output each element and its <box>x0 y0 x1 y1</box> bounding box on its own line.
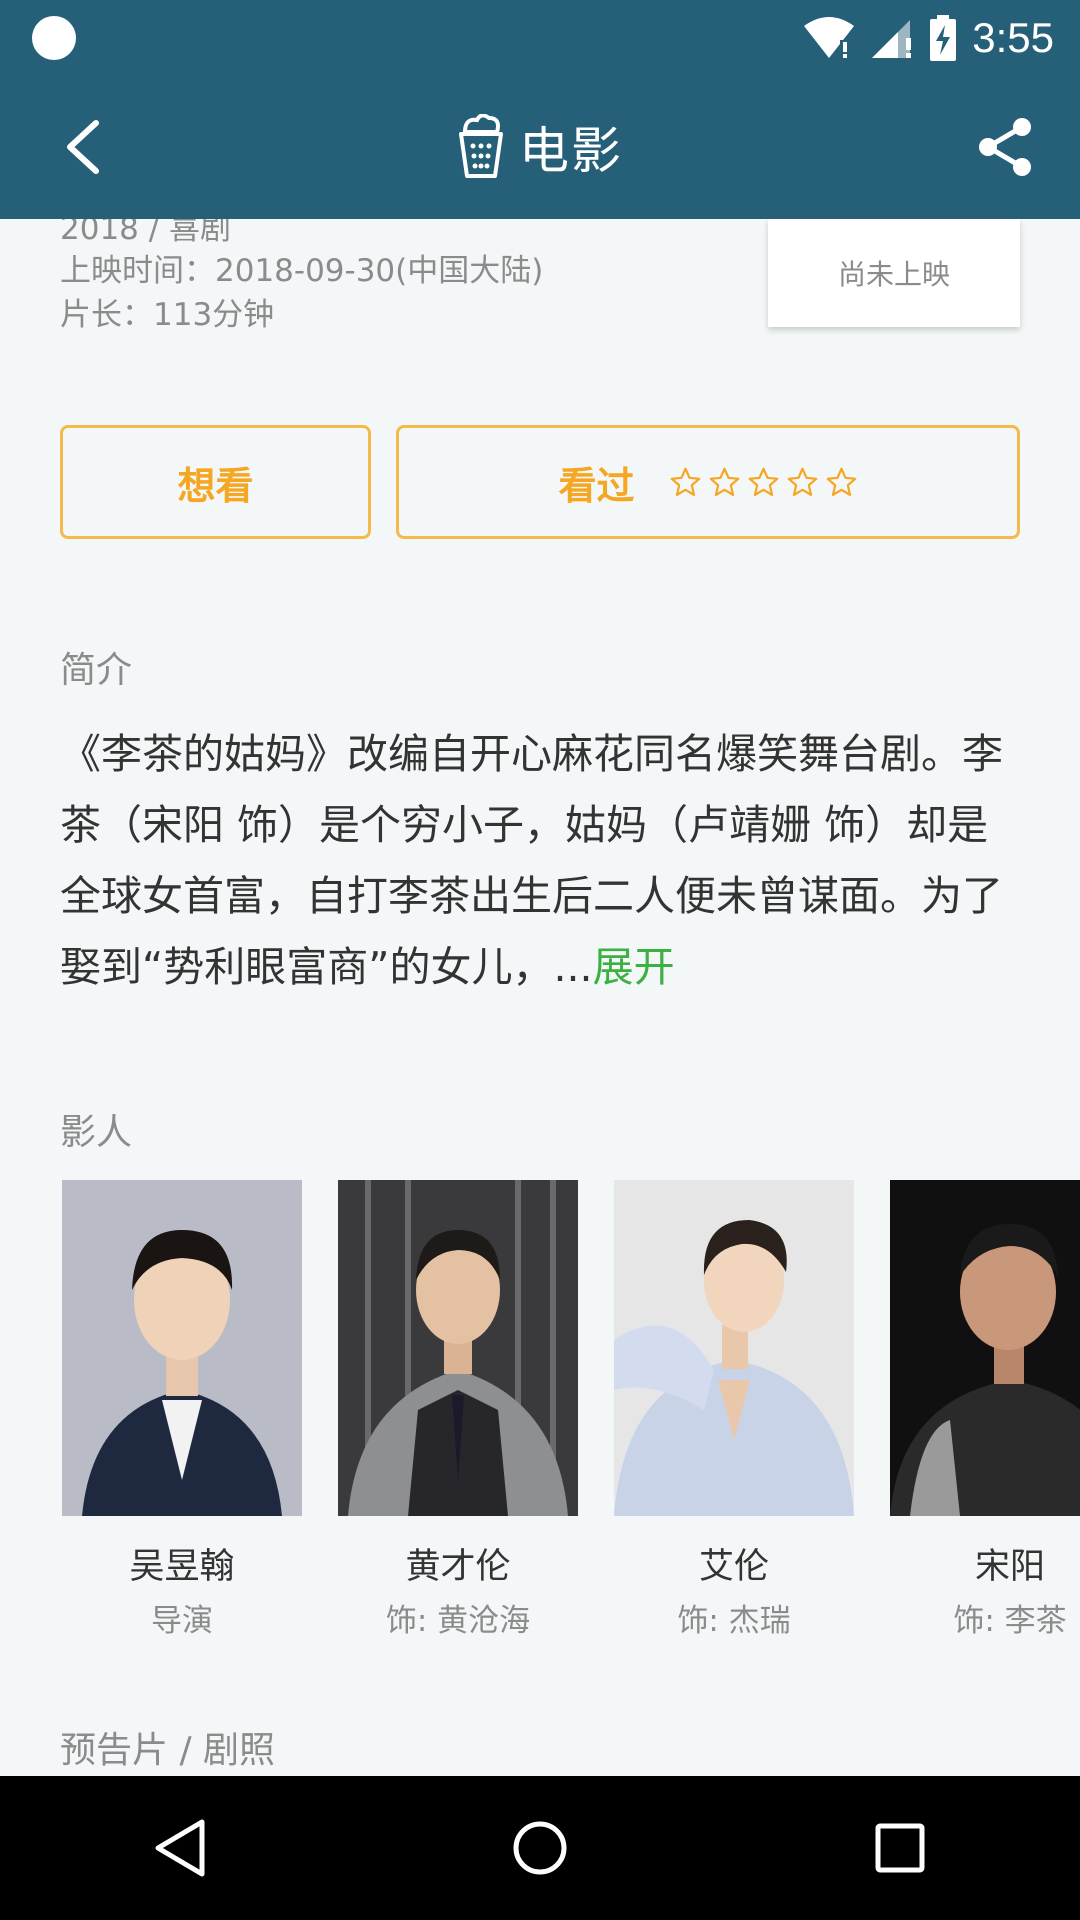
person-card[interactable]: 艾伦 饰: 杰瑞 <box>614 1180 854 1640</box>
expand-link[interactable]: 展开 <box>593 943 675 991</box>
person-card[interactable]: 吴昱翰 导演 <box>62 1180 302 1640</box>
person-role: 饰: 黄沧海 <box>385 1603 531 1639</box>
status-bar: 3:55 <box>0 0 1080 75</box>
star-outline-icon[interactable] <box>825 466 858 499</box>
signal-icon <box>872 20 912 58</box>
person-photo <box>614 1180 854 1516</box>
nav-back-button[interactable] <box>130 1798 230 1898</box>
duration-line: 片长：113分钟 <box>60 297 275 333</box>
release-status-card: 尚未上映 <box>768 219 1020 327</box>
person-name: 艾伦 <box>698 1547 769 1587</box>
person-card[interactable]: 黄才伦 饰: 黄沧海 <box>338 1180 578 1640</box>
square-recents-icon <box>875 1823 925 1873</box>
person-role: 饰: 杰瑞 <box>677 1603 791 1639</box>
status-icons: 3:55 <box>802 10 1054 66</box>
watched-label: 看过 <box>558 463 635 508</box>
rating-stars[interactable] <box>669 466 858 499</box>
synopsis-text: 《李茶的姑妈》改编自开心麻花同名爆笑舞台剧。李茶（宋阳 饰）是个穷小子，姑妈（卢… <box>60 719 1020 1003</box>
battery-charging-icon <box>930 15 957 61</box>
page-title: 电影 <box>519 122 623 180</box>
person-role: 导演 <box>151 1603 213 1639</box>
synopsis-heading: 简介 <box>60 650 133 691</box>
people-carousel[interactable]: 吴昱翰 导演 黄才伦 饰: 黄沧海 艾伦 饰: 杰瑞 宋阳 饰: 李茶 <box>62 1180 1080 1650</box>
app-bar: 电影 <box>0 75 1080 219</box>
want-to-watch-button[interactable]: 想看 <box>60 425 371 539</box>
genre-line: 2018 / 喜剧 <box>60 219 232 247</box>
clock-text: 3:55 <box>972 14 1054 61</box>
person-card[interactable]: 宋阳 饰: 李茶 <box>890 1180 1080 1640</box>
star-outline-icon[interactable] <box>669 466 702 499</box>
movie-detail-scroll[interactable]: 2018 / 喜剧 上映时间：2018-09-30(中国大陆) 片长：113分钟… <box>0 219 1080 1776</box>
person-role: 饰: 李茶 <box>953 1603 1067 1639</box>
circle-home-icon <box>513 1821 567 1875</box>
star-outline-icon[interactable] <box>708 466 741 499</box>
person-name: 吴昱翰 <box>129 1547 235 1587</box>
watched-button[interactable]: 看过 <box>396 425 1020 539</box>
release-status-text: 尚未上映 <box>837 258 950 291</box>
person-photo <box>338 1180 578 1516</box>
people-heading: 影人 <box>60 1112 133 1153</box>
person-photo <box>62 1180 302 1516</box>
app-title: 电影 <box>0 111 1080 183</box>
notification-dot-icon <box>32 16 76 60</box>
release-date-line: 上映时间：2018-09-30(中国大陆) <box>60 253 544 289</box>
person-photo <box>890 1180 1080 1516</box>
share-icon <box>979 118 1031 176</box>
wifi-icon <box>804 17 855 58</box>
person-name: 黄才伦 <box>405 1547 511 1587</box>
popcorn-icon <box>459 114 503 178</box>
nav-recents-button[interactable] <box>850 1798 950 1898</box>
person-name: 宋阳 <box>974 1547 1045 1587</box>
star-outline-icon[interactable] <box>786 466 819 499</box>
system-nav-bar <box>0 1776 1080 1920</box>
want-to-watch-label: 想看 <box>177 463 254 508</box>
media-heading: 预告片 / 剧照 <box>60 1730 276 1771</box>
star-outline-icon[interactable] <box>747 466 780 499</box>
share-button[interactable] <box>974 115 1038 179</box>
synopsis-body: 《李茶的姑妈》改编自开心麻花同名爆笑舞台剧。李茶（宋阳 饰）是个穷小子，姑妈（卢… <box>60 730 1003 991</box>
nav-home-button[interactable] <box>490 1798 590 1898</box>
triangle-back-icon <box>155 1819 205 1877</box>
